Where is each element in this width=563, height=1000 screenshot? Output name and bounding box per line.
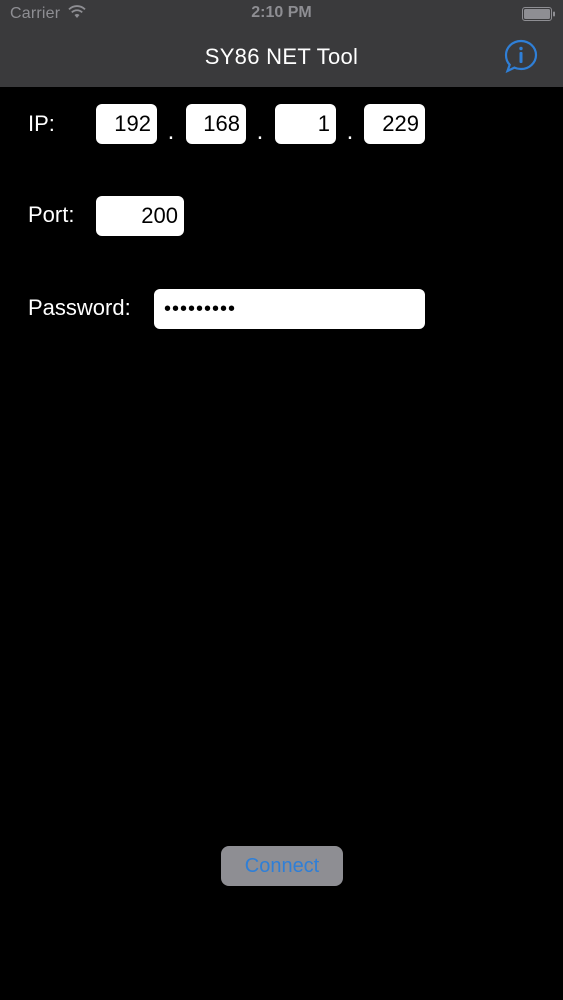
password-input[interactable]: •••••••••	[154, 289, 425, 329]
port-label: Port:	[28, 202, 75, 227]
app-screen: Carrier 2:10 PM SY86 NET Tool IP: 192 . …	[0, 0, 563, 1000]
connect-button[interactable]: Connect	[221, 846, 343, 886]
status-time: 2:10 PM	[251, 4, 312, 21]
ip-octet-1-input[interactable]: 192	[96, 104, 157, 144]
navigation-bar: Carrier 2:10 PM SY86 NET Tool	[0, 0, 563, 87]
battery-icon	[522, 7, 555, 21]
info-bubble-icon[interactable]	[503, 38, 539, 74]
page-title: SY86 NET Tool	[204, 44, 359, 69]
ip-separator: .	[167, 118, 175, 145]
ip-separator: .	[346, 118, 354, 145]
ip-label: IP:	[28, 111, 55, 136]
password-label: Password:	[28, 295, 131, 320]
port-input[interactable]: 200	[96, 196, 184, 236]
ip-octet-4-input[interactable]: 229	[364, 104, 425, 144]
ip-octet-3-input[interactable]: 1	[275, 104, 336, 144]
ip-separator: .	[256, 118, 264, 145]
ip-octet-2-input[interactable]: 168	[186, 104, 246, 144]
